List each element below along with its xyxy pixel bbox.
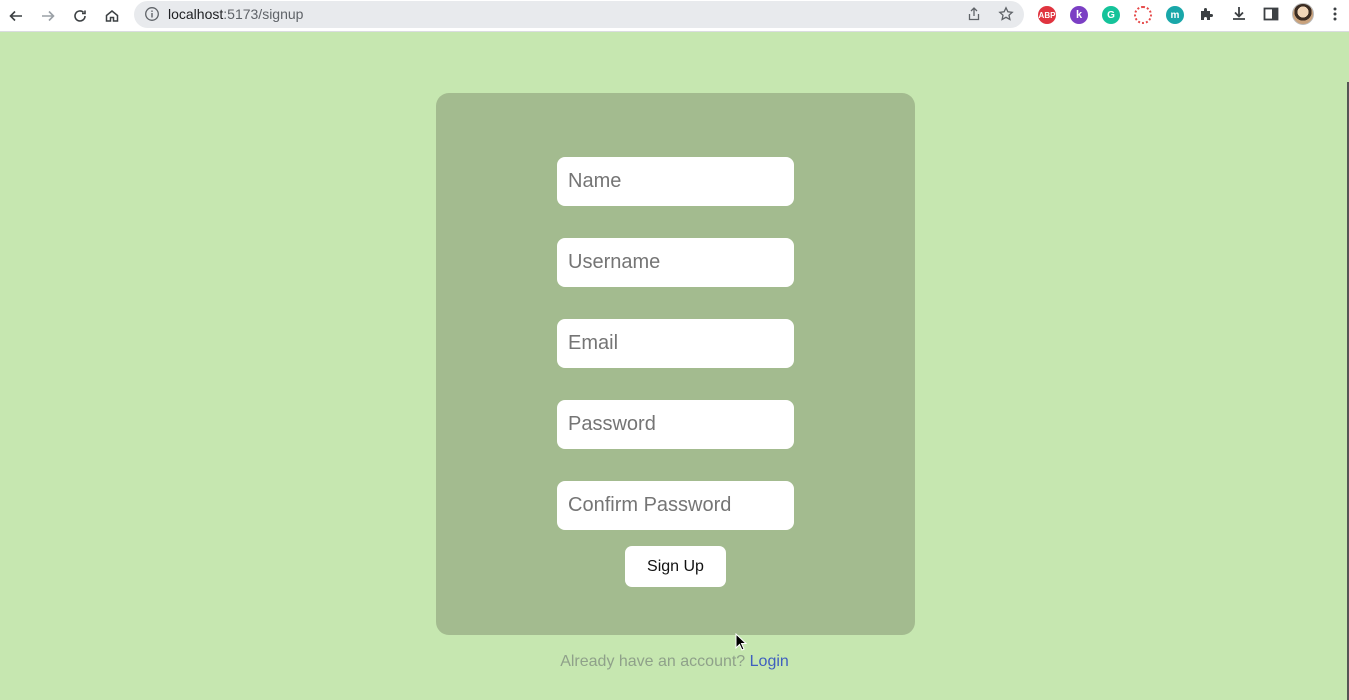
url-text: localhost:5173/signup	[168, 6, 303, 22]
password-input[interactable]	[557, 400, 794, 449]
kebab-menu-icon[interactable]	[1326, 5, 1344, 23]
download-icon[interactable]	[1230, 5, 1248, 23]
name-input[interactable]	[557, 157, 794, 206]
profile-avatar[interactable]	[1292, 3, 1314, 25]
login-prompt: Already have an account? Login	[0, 653, 1349, 671]
address-bar[interactable]: localhost:5173/signup	[134, 1, 1024, 28]
info-icon[interactable]	[144, 6, 160, 22]
bookmark-star-icon[interactable]	[998, 6, 1014, 22]
home-button[interactable]	[100, 4, 124, 28]
back-button[interactable]	[4, 4, 28, 28]
arrow-left-icon	[9, 10, 22, 22]
side-panel-icon[interactable]	[1262, 5, 1280, 23]
confirm-password-input[interactable]	[557, 481, 794, 530]
forward-button[interactable]	[36, 4, 60, 28]
email-input[interactable]	[557, 319, 794, 368]
login-link[interactable]: Login	[750, 653, 789, 670]
adblock-label: ABP	[1038, 10, 1056, 20]
browser-toolbar: localhost:5173/signup ABP k G m	[0, 0, 1349, 32]
adblock-plus-icon[interactable]: ABP	[1038, 6, 1056, 24]
grammarly-icon[interactable]: G	[1102, 6, 1120, 24]
url-host: localhost	[168, 6, 224, 22]
login-prompt-text: Already have an account?	[560, 653, 746, 670]
arrow-right-icon	[42, 10, 55, 22]
url-path: :5173/signup	[223, 6, 304, 22]
mouse-cursor-icon	[735, 633, 747, 651]
grammarly-label: G	[1107, 9, 1115, 21]
dotted-circle-ext-icon[interactable]	[1134, 6, 1152, 24]
username-input[interactable]	[557, 238, 794, 287]
sign-up-button[interactable]: Sign Up	[625, 546, 726, 587]
extensions-puzzle-icon[interactable]	[1198, 5, 1216, 23]
klarna-k-icon[interactable]: k	[1070, 6, 1088, 24]
m-extension-icon[interactable]: m	[1166, 6, 1184, 24]
home-icon	[105, 10, 119, 22]
reload-button[interactable]	[68, 4, 92, 28]
klarna-label: k	[1075, 9, 1083, 21]
share-icon[interactable]	[966, 6, 982, 22]
reload-icon	[74, 10, 86, 22]
m-ext-label: m	[1170, 9, 1180, 21]
